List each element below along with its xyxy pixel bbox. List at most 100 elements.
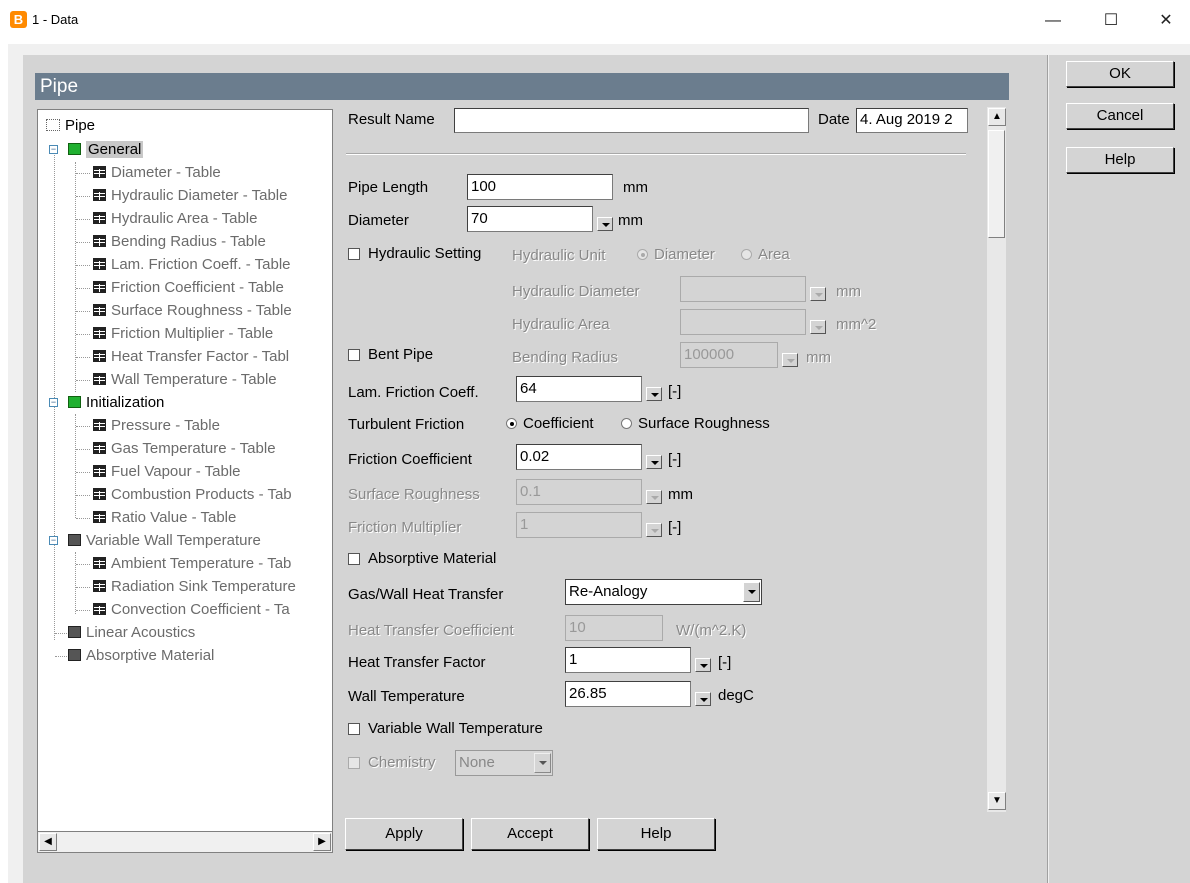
bending-radius-dropdown-icon[interactable] bbox=[782, 353, 798, 367]
tree-item-table[interactable]: Pressure - Table bbox=[93, 415, 220, 437]
absorptive-material-checkbox[interactable] bbox=[348, 553, 360, 565]
tree-item-linear-acoustics-label: Linear Acoustics bbox=[86, 624, 196, 641]
tree-item-table[interactable]: Combustion Products - Tab bbox=[93, 484, 292, 506]
lam-friction-dropdown-icon[interactable] bbox=[646, 387, 662, 401]
chevron-down-icon[interactable] bbox=[534, 753, 551, 773]
tree-item-table[interactable]: Fuel Vapour - Table bbox=[93, 461, 241, 483]
bent-pipe-checkbox[interactable] bbox=[348, 349, 360, 361]
scroll-up-icon[interactable]: ▲ bbox=[988, 108, 1006, 126]
tree-item-absorptive-material[interactable]: Absorptive Material bbox=[68, 645, 214, 667]
gas-wall-select[interactable]: Re-Analogy bbox=[565, 579, 762, 605]
hydraulic-setting-label: Hydraulic Setting bbox=[368, 245, 482, 262]
tree-item-label: Bending Radius - Table bbox=[111, 233, 266, 250]
lam-friction-input[interactable]: 64 bbox=[516, 376, 642, 402]
tree-item-label: Fuel Vapour - Table bbox=[111, 463, 241, 480]
gas-wall-label: Gas/Wall Heat Transfer bbox=[348, 586, 504, 603]
tree-item-variable-wall-label: Variable Wall Temperature bbox=[86, 532, 261, 549]
tree-item-table[interactable]: Friction Coefficient - Table bbox=[93, 277, 284, 299]
turbulent-coefficient-radio[interactable]: Coefficient bbox=[506, 415, 594, 432]
hydraulic-unit-area-radio[interactable]: Area bbox=[741, 246, 790, 263]
tree-item-table[interactable]: Friction Multiplier - Table bbox=[93, 323, 273, 345]
minimize-button[interactable]: — bbox=[1030, 6, 1076, 36]
scroll-down-icon[interactable]: ▼ bbox=[988, 792, 1006, 810]
hydraulic-unit-diameter-radio[interactable]: Diameter bbox=[637, 246, 715, 263]
tree-view[interactable]: Pipe − General Diameter - Table Hydraulic… bbox=[37, 109, 333, 853]
hydraulic-diameter-dropdown-icon[interactable] bbox=[810, 287, 826, 301]
variable-wall-checkbox[interactable] bbox=[348, 723, 360, 735]
tree-item-table[interactable]: Hydraulic Diameter - Table bbox=[93, 185, 287, 207]
collapse-variable-wall-toggle[interactable]: − bbox=[49, 536, 58, 545]
tree-item-table[interactable]: Hydraulic Area - Table bbox=[93, 208, 257, 230]
tree-item-linear-acoustics[interactable]: Linear Acoustics bbox=[68, 622, 195, 644]
tree-horizontal-scrollbar[interactable]: ◀ ▶ bbox=[37, 831, 333, 853]
surface-roughness-dropdown-icon[interactable] bbox=[646, 490, 662, 504]
tree-item-variable-wall[interactable]: Variable Wall Temperature bbox=[68, 530, 261, 552]
close-button[interactable]: ✕ bbox=[1143, 6, 1189, 36]
bent-pipe-label: Bent Pipe bbox=[368, 346, 434, 363]
scroll-right-icon[interactable]: ▶ bbox=[313, 833, 331, 851]
pipe-length-input[interactable]: 100 bbox=[467, 174, 613, 200]
wall-temp-input[interactable]: 26.85 bbox=[565, 681, 691, 707]
hydraulic-setting-checkbox[interactable] bbox=[348, 248, 360, 260]
table-icon bbox=[93, 442, 106, 454]
htf-input[interactable]: 1 bbox=[565, 647, 691, 673]
separator bbox=[346, 153, 966, 155]
result-name-input[interactable] bbox=[454, 108, 809, 133]
tree-item-table[interactable]: Lam. Friction Coeff. - Table bbox=[93, 254, 291, 276]
friction-coefficient-input[interactable]: 0.02 bbox=[516, 444, 642, 470]
tree-item-table[interactable]: Heat Transfer Factor - Tabl bbox=[93, 346, 289, 368]
friction-coefficient-dropdown-icon[interactable] bbox=[646, 455, 662, 469]
friction-multiplier-input[interactable]: 1 bbox=[516, 512, 642, 538]
tree-item-table[interactable]: Ambient Temperature - Tab bbox=[93, 553, 291, 575]
tree-item-table[interactable]: Ratio Value - Table bbox=[93, 507, 236, 529]
table-icon bbox=[93, 603, 106, 615]
app-icon: B bbox=[10, 11, 27, 28]
bending-radius-input[interactable]: 100000 bbox=[680, 342, 778, 368]
friction-multiplier-dropdown-icon[interactable] bbox=[646, 523, 662, 537]
help-side-button[interactable]: Help bbox=[1066, 147, 1174, 173]
scroll-left-icon[interactable]: ◀ bbox=[39, 833, 57, 851]
radio-icon bbox=[621, 418, 632, 429]
tree-item-table[interactable]: Surface Roughness - Table bbox=[93, 300, 292, 322]
collapse-initialization-toggle[interactable]: − bbox=[49, 398, 58, 407]
htf-dropdown-icon[interactable] bbox=[695, 658, 711, 672]
table-icon bbox=[93, 235, 106, 247]
tree-item-label: Convection Coefficient - Ta bbox=[111, 601, 290, 618]
tree-item-label: Diameter - Table bbox=[111, 164, 221, 181]
tree-root[interactable]: Pipe bbox=[46, 115, 95, 137]
tree-item-table[interactable]: Gas Temperature - Table bbox=[93, 438, 276, 460]
accept-button[interactable]: Accept bbox=[471, 818, 589, 850]
tree-item-general[interactable]: General bbox=[68, 139, 144, 161]
table-icon bbox=[93, 281, 106, 293]
diameter-input[interactable]: 70 bbox=[467, 206, 593, 232]
tree-item-initialization[interactable]: Initialization bbox=[68, 392, 164, 414]
tree-item-table[interactable]: Diameter - Table bbox=[93, 162, 221, 184]
pipe-length-unit: mm bbox=[623, 179, 648, 196]
hydraulic-area-dropdown-icon[interactable] bbox=[810, 320, 826, 334]
maximize-button[interactable]: ☐ bbox=[1088, 6, 1134, 36]
help-button[interactable]: Help bbox=[597, 818, 715, 850]
scroll-thumb[interactable] bbox=[988, 130, 1005, 238]
cancel-button[interactable]: Cancel bbox=[1066, 103, 1174, 129]
hydraulic-diameter-input[interactable] bbox=[680, 276, 806, 302]
tree-item-table[interactable]: Radiation Sink Temperature bbox=[93, 576, 296, 598]
chevron-down-icon[interactable] bbox=[743, 582, 760, 602]
htc-input[interactable]: 10 bbox=[565, 615, 663, 641]
ok-button[interactable]: OK bbox=[1066, 61, 1174, 87]
chemistry-checkbox[interactable] bbox=[348, 757, 360, 769]
apply-button[interactable]: Apply bbox=[345, 818, 463, 850]
tree-item-table[interactable]: Bending Radius - Table bbox=[93, 231, 266, 253]
chemistry-value: None bbox=[459, 754, 495, 771]
tree-item-table[interactable]: Convection Coefficient - Ta bbox=[93, 599, 290, 621]
wall-temp-dropdown-icon[interactable] bbox=[695, 692, 711, 706]
turbulent-surface-roughness-radio[interactable]: Surface Roughness bbox=[621, 415, 770, 432]
chemistry-select[interactable]: None bbox=[455, 750, 553, 776]
diameter-dropdown-icon[interactable] bbox=[597, 217, 613, 231]
hydraulic-area-input[interactable] bbox=[680, 309, 806, 335]
lam-friction-label: Lam. Friction Coeff. bbox=[348, 384, 479, 401]
tree-item-table[interactable]: Wall Temperature - Table bbox=[93, 369, 277, 391]
tree-item-label: Combustion Products - Tab bbox=[111, 486, 292, 503]
surface-roughness-input[interactable]: 0.1 bbox=[516, 479, 642, 505]
date-input[interactable]: 4. Aug 2019 2 bbox=[856, 108, 968, 133]
collapse-general-toggle[interactable]: − bbox=[49, 145, 58, 154]
